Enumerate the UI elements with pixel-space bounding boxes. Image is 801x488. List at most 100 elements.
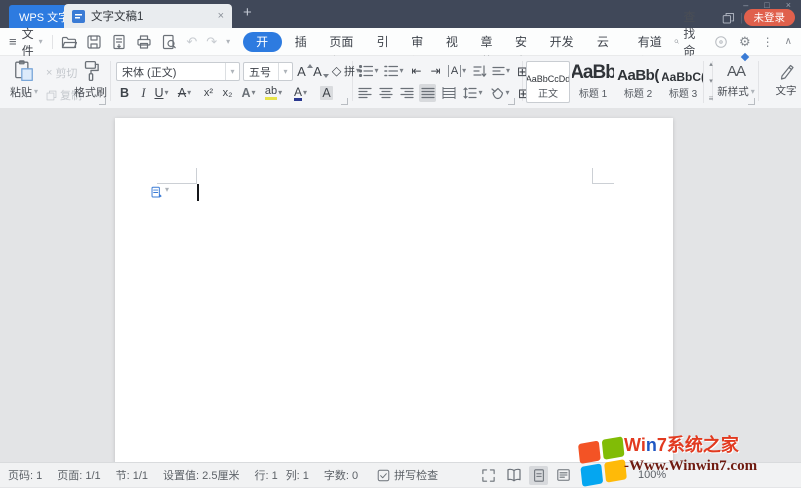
text-tool-icon [780, 64, 794, 80]
save-icon[interactable] [86, 34, 102, 50]
strikethrough-button[interactable]: A ▾ [176, 84, 193, 102]
open-icon[interactable] [61, 34, 78, 50]
text-tool-button[interactable]: 文字 [766, 61, 801, 98]
paste-button[interactable]: 粘贴 ▾ [10, 60, 38, 100]
style-heading2[interactable]: AaBb( 标题 2 [616, 61, 660, 103]
shrink-font-button[interactable]: A [312, 62, 329, 80]
more-options-icon[interactable]: ⋮ [762, 36, 774, 48]
chevron-down-icon: ▾ [278, 63, 292, 80]
line-spacing-icon [463, 87, 478, 99]
font-size-select[interactable]: 五号 ▾ [243, 62, 293, 81]
divider [51, 34, 53, 49]
read-view-button[interactable] [504, 466, 523, 485]
wps-document-icon [72, 9, 85, 23]
cut-button: × 剪切 [46, 65, 77, 81]
tab-security[interactable]: 安全 [504, 32, 539, 69]
tab-cloud[interactable]: 云服务 [586, 32, 627, 89]
spellcheck-toggle[interactable]: 拼写检查 [377, 467, 438, 483]
grow-font-button[interactable]: A [296, 62, 313, 80]
style-heading3[interactable]: AaBbC( 标题 3 [661, 61, 705, 103]
styles-dialog-launcher[interactable] [748, 98, 755, 105]
style-heading1[interactable]: AaBb 标题 1 [571, 61, 615, 103]
scroll-down-icon[interactable]: ▾ [709, 78, 713, 85]
superscript-button[interactable]: x² [200, 84, 217, 102]
subscript-button[interactable]: x₂ [219, 84, 236, 102]
style-gallery-scroll[interactable]: ▴ ▾ ≡ [703, 61, 716, 103]
document-area[interactable]: ▾ [0, 108, 801, 464]
underline-button[interactable]: U ▾ [153, 84, 170, 102]
tab-review[interactable]: 审阅 [400, 32, 435, 69]
tab-close-icon[interactable]: × [218, 10, 224, 22]
chevron-down-icon: ▾ [165, 185, 170, 194]
show-marks-icon [492, 66, 505, 76]
sort-button[interactable] [471, 62, 488, 80]
show-marks-button[interactable]: ▾ [490, 62, 512, 80]
tab-view[interactable]: 视图 [435, 32, 470, 69]
italic-button[interactable]: I [135, 84, 152, 102]
tab-section[interactable]: 章节 [469, 32, 504, 69]
paragraph-dialog-launcher[interactable] [508, 98, 515, 105]
distribute-button[interactable] [440, 84, 457, 102]
paragraph-options-button[interactable]: ▾ [150, 186, 169, 199]
phonetic-guide-icon: 拼 [343, 66, 355, 78]
clipboard-dialog-launcher[interactable] [99, 98, 106, 105]
export-pdf-icon[interactable] [111, 34, 127, 50]
print-icon[interactable] [136, 34, 152, 50]
status-section: 节: 1/1 [115, 470, 149, 482]
view-switcher: 100% [479, 463, 666, 487]
status-page-number: 页码: 1 [8, 470, 43, 482]
document-tab[interactable]: 文字文稿1 × [64, 4, 232, 28]
document-page[interactable]: ▾ [115, 118, 673, 464]
new-style-icon: AA [726, 63, 746, 80]
tab-insert[interactable]: 插入 [284, 32, 319, 69]
tab-developer[interactable]: 开发工具 [539, 32, 586, 69]
gallery-more-icon[interactable]: ≡ [709, 95, 714, 103]
align-left-button[interactable] [356, 84, 373, 102]
collapse-ribbon-icon[interactable]: ∧ [785, 36, 792, 47]
line-spacing-button[interactable]: ▾ [461, 84, 485, 102]
numbering-button[interactable]: ▾ [383, 62, 405, 80]
file-menu[interactable]: ≡ 文件 ▾ [9, 25, 43, 59]
bullets-button[interactable]: ▾ [358, 62, 380, 80]
asian-layout-button[interactable]: A ▾ [446, 62, 468, 80]
increase-indent-button[interactable]: ⇥ [427, 62, 444, 80]
decrease-indent-button[interactable]: ⇤ [408, 62, 425, 80]
align-right-button[interactable] [398, 84, 415, 102]
highlight-color-button[interactable]: ab ▾ [264, 84, 282, 102]
status-page-count: 页面: 1/1 [57, 470, 101, 482]
print-preview-icon[interactable] [161, 34, 177, 50]
customize-toolbar-icon[interactable]: ▾ [226, 37, 230, 46]
tab-references[interactable]: 引用 [366, 32, 401, 69]
tab-home[interactable]: 开始 [243, 31, 282, 69]
margin-mark-top-right-h [592, 183, 614, 184]
format-painter-icon [84, 60, 99, 82]
page-view-button[interactable] [529, 465, 548, 485]
style-normal[interactable]: AaBbCcDd 正文 [526, 61, 570, 103]
align-center-button[interactable] [377, 84, 394, 102]
status-word-count[interactable]: 字数: 0 [324, 467, 358, 483]
scroll-up-icon[interactable]: ▴ [709, 61, 713, 68]
fullscreen-view-button[interactable] [479, 466, 498, 485]
text-effects-button[interactable]: A ▾ [240, 84, 257, 102]
font-color-button[interactable]: A ▾ [292, 84, 309, 102]
undo-icon: ↶ [186, 34, 198, 49]
font-dialog-launcher[interactable] [341, 98, 348, 105]
justify-button[interactable] [419, 84, 436, 102]
bold-button[interactable]: B [116, 84, 133, 102]
document-tab-title: 文字文稿1 [91, 11, 144, 23]
web-view-button[interactable] [579, 466, 598, 485]
new-tab-button[interactable]: + [243, 5, 252, 20]
eye-protect-button[interactable] [604, 466, 623, 485]
fullscreen-icon [482, 468, 495, 482]
font-family-select[interactable]: 宋体 (正文) ▾ [116, 62, 240, 81]
sort-icon [472, 64, 486, 77]
zoom-level[interactable]: 100% [638, 469, 666, 481]
tab-youdao-translate[interactable]: 有道翻译 [627, 32, 674, 69]
outline-view-button[interactable] [554, 466, 573, 485]
gear-icon[interactable]: ⚙ [739, 35, 751, 48]
skin-icon[interactable] [714, 35, 728, 49]
char-shading-button[interactable]: A [318, 84, 335, 102]
tab-page-layout[interactable]: 页面布局 [318, 32, 365, 69]
new-style-button[interactable]: AA 新样式 ▾ [716, 52, 756, 99]
format-painter-button[interactable]: 格式刷 [74, 60, 107, 100]
